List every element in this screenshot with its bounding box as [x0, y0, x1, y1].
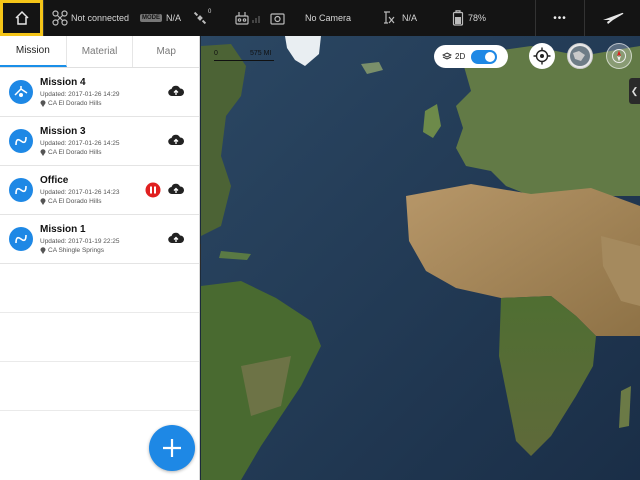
mission-title: Mission 4: [40, 77, 86, 88]
battery-status: 78%: [452, 0, 486, 36]
tab-mission[interactable]: Mission: [0, 36, 67, 67]
cloud-upload-icon: [168, 183, 185, 195]
mission-title: Mission 1: [40, 224, 86, 235]
mission-location-text: CA Shingle Springs: [48, 247, 105, 254]
mission-item[interactable]: Office Updated: 2017-01-26 14:23 CA El D…: [0, 166, 199, 215]
mission-location: CA El Dorado Hills: [40, 198, 101, 205]
more-button[interactable]: •••: [536, 0, 584, 36]
pause-button[interactable]: [145, 182, 161, 203]
mode-badge: MODE: [140, 14, 162, 22]
aircraft-status[interactable]: Not connected: [52, 0, 129, 36]
pause-icon: [145, 182, 161, 198]
upload-button[interactable]: [168, 231, 185, 249]
cloud-upload-icon: [168, 85, 185, 97]
mission-icon: [9, 178, 33, 202]
home-icon: [14, 10, 29, 25]
mission-title: Office: [40, 175, 69, 186]
sidebar-tabs: Mission Material Map: [0, 36, 199, 68]
satellite-icon: [193, 11, 207, 25]
cloud-upload-icon: [168, 232, 185, 244]
satellite-map[interactable]: [201, 36, 640, 480]
mission-item[interactable]: Mission 4 Updated: 2017-01-26 14:29 CA E…: [0, 68, 199, 117]
mission-icon: [9, 227, 33, 251]
plus-icon: [163, 439, 181, 457]
vision-status: N/A: [382, 0, 417, 36]
scale-zero: 0: [214, 50, 218, 57]
compass-icon: [612, 49, 626, 63]
mission-icon: [9, 80, 33, 104]
tab-map[interactable]: Map: [133, 36, 199, 67]
remote-controller-icon: [235, 12, 249, 25]
tab-material[interactable]: Material: [67, 36, 134, 67]
compass-button[interactable]: [606, 43, 632, 69]
locate-button[interactable]: [529, 43, 555, 69]
location-pin-icon: [40, 100, 46, 107]
scale-bar: [214, 60, 274, 61]
mission-location-text: CA El Dorado Hills: [48, 149, 102, 156]
connection-status: Not connected: [71, 13, 130, 23]
mission-updated: Updated: 2017-01-26 14:23: [40, 189, 120, 196]
camera-icon: [270, 12, 285, 25]
mode-value: N/A: [166, 13, 182, 23]
upload-button[interactable]: [168, 84, 185, 102]
empty-row: [0, 313, 199, 362]
mission-item[interactable]: Mission 3 Updated: 2017-01-26 14:25 CA E…: [0, 117, 199, 166]
mission-location-text: CA El Dorado Hills: [48, 100, 102, 107]
map-thumbnail-icon: [570, 46, 590, 66]
mission-location: CA El Dorado Hills: [40, 100, 101, 107]
add-mission-button[interactable]: [149, 425, 195, 471]
airplane-icon: [602, 12, 623, 24]
camera-status-text: No Camera: [305, 13, 352, 23]
waypoint-mission-icon: [14, 86, 28, 97]
fly-button[interactable]: [585, 0, 640, 36]
mission-updated: Updated: 2017-01-26 14:25: [40, 140, 120, 147]
location-pin-icon: [40, 247, 46, 254]
view-mode-switch[interactable]: [471, 49, 498, 64]
route-icon: [15, 234, 27, 244]
mission-updated: Updated: 2017-01-19 22:25: [40, 238, 120, 245]
mission-location: CA El Dorado Hills: [40, 149, 101, 156]
cloud-upload-icon: [168, 134, 185, 146]
mission-location: CA Shingle Springs: [40, 247, 104, 254]
vision-value: N/A: [402, 13, 418, 23]
battery-percent: 78%: [468, 13, 487, 23]
location-pin-icon: [40, 198, 46, 205]
gps-status: 0: [193, 0, 211, 36]
scale-label: 575 MI: [250, 50, 272, 57]
map-imagery: [201, 36, 640, 480]
signal-bars-icon: [252, 16, 260, 23]
drone-icon: [52, 10, 68, 26]
expand-panel-button[interactable]: ❮: [629, 78, 640, 104]
route-icon: [15, 136, 27, 146]
battery-icon: [452, 10, 464, 26]
gps-count: 0: [208, 9, 212, 15]
mission-title: Mission 3: [40, 126, 86, 137]
location-pin-icon: [40, 149, 46, 156]
upload-button[interactable]: [168, 133, 185, 151]
mission-updated: Updated: 2017-01-26 14:29: [40, 91, 120, 98]
divider: [43, 0, 44, 36]
remote-controller-status: [234, 0, 262, 36]
mission-item[interactable]: Mission 1 Updated: 2017-01-19 22:25 CA S…: [0, 215, 199, 264]
empty-row: [0, 362, 199, 411]
crosshair-icon: [533, 47, 551, 65]
flight-mode: MODE N/A: [140, 0, 181, 36]
chevron-left-icon: ❮: [630, 85, 639, 96]
mission-icon: [9, 129, 33, 153]
mission-sidebar: Mission Material Map Mission 4 Updated: …: [0, 36, 200, 480]
empty-row: [0, 264, 199, 313]
route-icon: [15, 185, 27, 195]
layers-icon: [442, 52, 452, 60]
map-layer-thumbnail[interactable]: [567, 43, 593, 69]
mission-location-text: CA El Dorado Hills: [48, 198, 102, 205]
home-button[interactable]: [0, 0, 43, 36]
view-mode-label: 2D: [455, 52, 466, 61]
camera-status: No Camera: [270, 0, 351, 36]
top-status-bar: Not connected MODE N/A 0 No Camera N/A 7…: [0, 0, 640, 36]
map-view-toggle[interactable]: 2D: [434, 45, 508, 68]
upload-button[interactable]: [168, 182, 185, 200]
vision-positioning-icon: [384, 11, 395, 24]
